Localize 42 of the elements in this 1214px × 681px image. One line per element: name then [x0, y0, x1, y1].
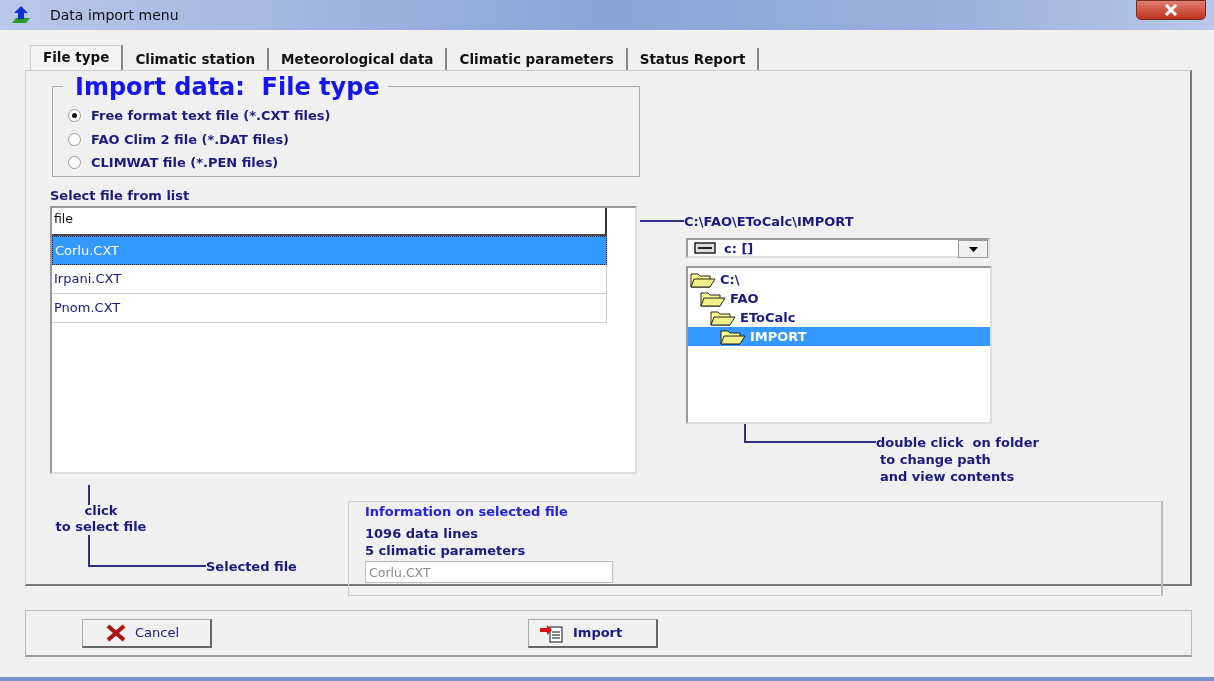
group-title: Import data: File type: [63, 73, 388, 101]
leader-line: [88, 485, 90, 505]
hint-text: click to select file: [54, 503, 148, 535]
selected-file-field[interactable]: Corlu.CXT: [365, 561, 613, 583]
close-button[interactable]: [1136, 0, 1206, 20]
radio-label[interactable]: CLIMWAT file (*.PEN files): [91, 155, 279, 171]
drive-icon: [694, 242, 716, 254]
leader-line: [640, 220, 684, 222]
dialog-button[interactable]: Cancel: [82, 618, 212, 648]
folder-icon: [720, 328, 746, 345]
folder-tree[interactable]: C:\ FAO EToCalc IMPORT: [686, 266, 992, 424]
folder-icon: [700, 290, 726, 307]
arrow-up-icon: [10, 5, 32, 25]
folder-icon: [710, 309, 736, 326]
info-text: 5 climatic parameters: [365, 543, 527, 560]
info-heading: Information on selected file: [365, 504, 569, 521]
radio-button[interactable]: [68, 109, 81, 123]
radio-label[interactable]: Free format text file (*.CXT files): [91, 108, 331, 124]
file-list[interactable]: file Corlu.CXT Irpani.CXT Pnom.CXT: [50, 206, 637, 474]
radio-button[interactable]: [68, 156, 81, 170]
window-title: Data import menu: [50, 7, 179, 23]
folder-item[interactable]: C:\: [688, 270, 990, 289]
import-icon: [539, 622, 565, 643]
folder-item[interactable]: FAO: [688, 289, 990, 308]
path-text: C:\FAO\EToCalc\IMPORT: [684, 213, 854, 229]
hint-text: double click on folder to change path and view contents: [876, 434, 1039, 485]
close-icon: [1164, 4, 1178, 16]
caret-icon: [968, 246, 978, 252]
folder-item[interactable]: EToCalc: [688, 308, 990, 327]
column-header[interactable]: file: [52, 208, 607, 236]
dialog-button[interactable]: Import: [528, 618, 658, 648]
radio-label[interactable]: FAO Clim 2 file (*.DAT files): [91, 131, 290, 147]
file-row[interactable]: Irpani.CXT: [52, 265, 607, 294]
tab[interactable]: File type: [30, 45, 124, 70]
folder-icon: [690, 271, 716, 288]
radio-button[interactable]: [68, 132, 81, 146]
file-row[interactable]: Pnom.CXT: [52, 294, 607, 323]
info-text: 1096 data lines: [365, 526, 480, 543]
drive-dropdown[interactable]: c: []: [686, 238, 990, 258]
field-label: Selected file: [206, 559, 297, 574]
cross-icon: [105, 623, 127, 642]
list-label: Select file from list: [50, 188, 191, 205]
